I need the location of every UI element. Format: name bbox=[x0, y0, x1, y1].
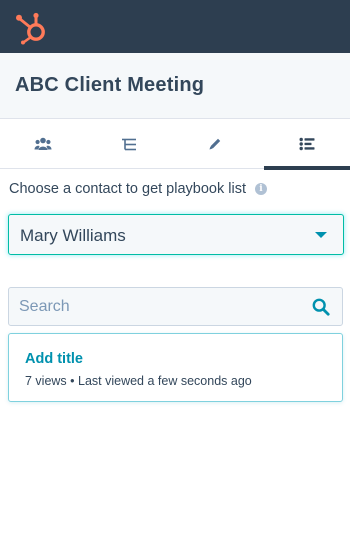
top-bar bbox=[0, 0, 350, 53]
info-icon[interactable]: i bbox=[254, 183, 267, 195]
hubspot-sprocket-icon[interactable] bbox=[13, 9, 51, 45]
meeting-header: ABC Client Meeting bbox=[0, 53, 350, 119]
playbook-card-title[interactable]: Add title bbox=[25, 351, 83, 367]
hierarchy-icon bbox=[122, 138, 136, 150]
search-input[interactable] bbox=[9, 288, 299, 325]
search-icon[interactable] bbox=[312, 298, 330, 316]
playbook-card-meta: 7 views • Last viewed a few seconds ago bbox=[25, 374, 252, 388]
tab-contacts[interactable] bbox=[0, 119, 86, 169]
tab-bar bbox=[0, 119, 350, 170]
page-title: ABC Client Meeting bbox=[15, 74, 205, 96]
playbook-prompt: Choose a contact to get playbook list i bbox=[9, 181, 267, 197]
playbook-list-icon bbox=[299, 137, 315, 151]
pencil-icon bbox=[209, 138, 221, 150]
contacts-icon bbox=[34, 137, 52, 150]
prompt-text: Choose a contact to get playbook list bbox=[9, 181, 246, 197]
tab-playbooks[interactable] bbox=[264, 119, 350, 170]
tab-hierarchy[interactable] bbox=[86, 119, 172, 169]
search-box bbox=[8, 287, 343, 326]
contact-select[interactable]: Mary Williams bbox=[8, 214, 344, 255]
contact-select-value: Mary Williams bbox=[20, 226, 126, 245]
caret-down-icon bbox=[315, 232, 327, 238]
playbook-card[interactable]: Add title 7 views • Last viewed a few se… bbox=[8, 333, 343, 402]
tab-notes[interactable] bbox=[172, 119, 258, 169]
